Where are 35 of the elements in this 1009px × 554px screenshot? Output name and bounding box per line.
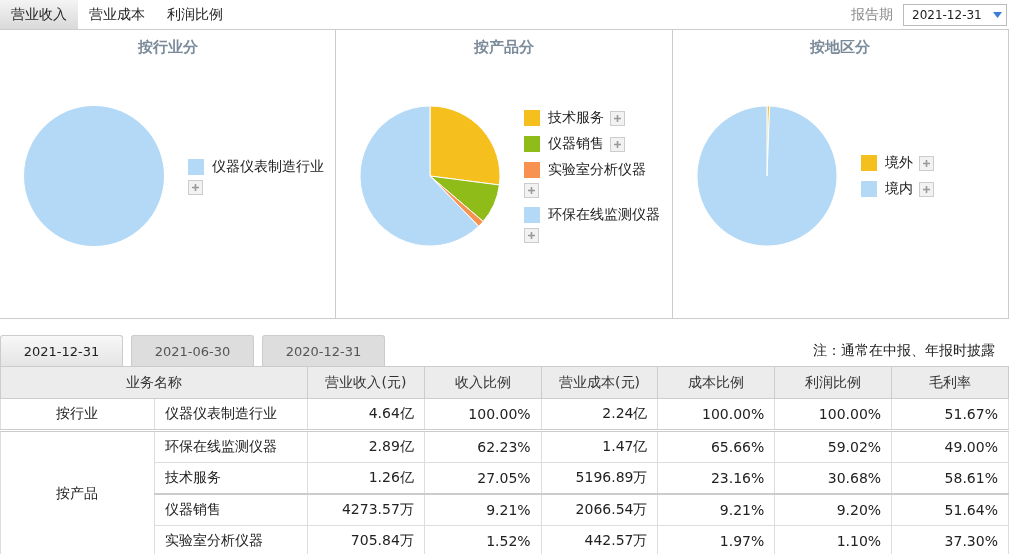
group-cell: 按产品 bbox=[0, 430, 154, 554]
table-cell: 59.02% bbox=[774, 430, 892, 463]
table-cell: 51.64% bbox=[891, 494, 1009, 526]
legend-label: 仪器仪表制造行业 bbox=[212, 157, 324, 176]
legend-label: 境外 bbox=[884, 154, 913, 172]
table-cell: 9.21% bbox=[424, 494, 542, 526]
panel-title: 按行业分 bbox=[136, 37, 199, 58]
column-header: 毛利率 bbox=[891, 366, 1009, 399]
column-header: 收入比例 bbox=[424, 366, 542, 399]
legend-label: 技术服务 bbox=[548, 109, 605, 127]
legend-label: 实验室分析仪器 bbox=[548, 161, 647, 179]
column-header: 营业成本(元) bbox=[541, 366, 658, 399]
legend-label: 环保在线监测仪器 bbox=[548, 206, 661, 224]
column-header: 成本比例 bbox=[658, 366, 775, 399]
panel-title: 按地区分 bbox=[809, 37, 872, 58]
table-cell: 1.47亿 bbox=[541, 430, 658, 463]
column-header: 营业收入(元) bbox=[307, 366, 425, 399]
column-header: 业务名称 bbox=[0, 366, 308, 399]
table-cell: 9.20% bbox=[774, 494, 892, 526]
table-cell: 2.89亿 bbox=[307, 430, 425, 463]
table-cell: 4273.57万 bbox=[307, 494, 425, 526]
table-cell: 仪器销售 bbox=[154, 494, 308, 526]
table-cell: 62.23% bbox=[424, 430, 542, 463]
table-cell: 2066.54万 bbox=[541, 494, 658, 526]
table-cell: 9.21% bbox=[658, 494, 775, 526]
report-period-label: 报告期 bbox=[851, 5, 893, 24]
table-cell: 环保在线监测仪器 bbox=[154, 430, 308, 463]
panel-title: 按产品分 bbox=[473, 37, 535, 58]
legend-label: 仪器销售 bbox=[548, 135, 605, 153]
column-header: 利润比例 bbox=[774, 366, 892, 399]
table-cell: 49.00% bbox=[891, 430, 1009, 463]
legend-label: 境内 bbox=[884, 180, 913, 198]
note-text: 注：通常在中报、年报时披露 bbox=[813, 341, 996, 360]
group-cell: 按行业 bbox=[0, 398, 154, 431]
table-cell: 65.66% bbox=[658, 430, 775, 463]
